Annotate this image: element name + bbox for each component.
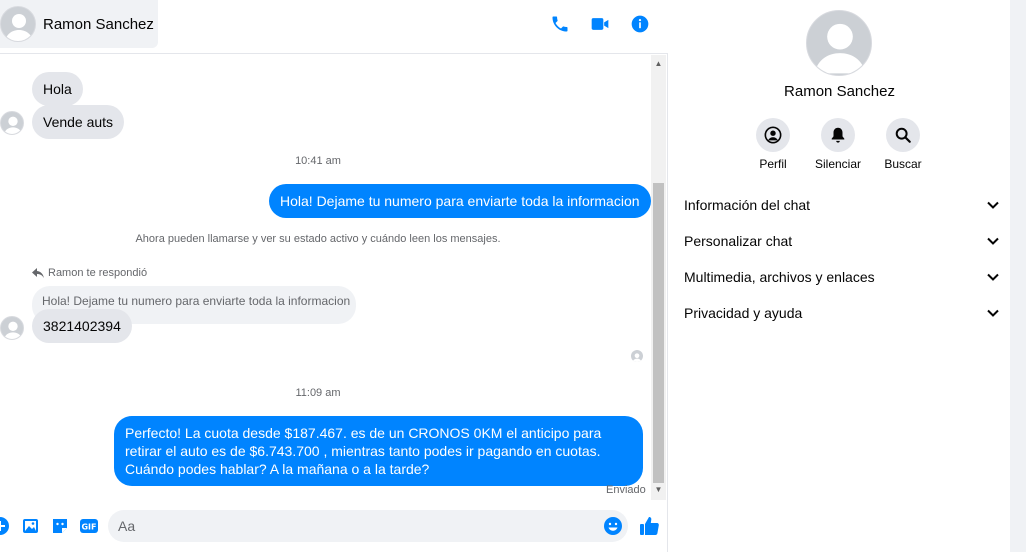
- scroll-up-arrow-icon[interactable]: ▲: [651, 57, 666, 71]
- accordion-privacy-help[interactable]: Privacidad y ayuda: [684, 295, 999, 331]
- message-bubble-incoming[interactable]: Vende auts: [32, 105, 125, 139]
- contact-name: Ramon Sanchez: [43, 15, 154, 33]
- video-call-icon[interactable]: [590, 14, 610, 34]
- search-icon[interactable]: [886, 118, 920, 152]
- chat-panel: Ramon Sanchez Hola Vende auts 10:41 am H…: [0, 0, 668, 552]
- search-label: Buscar: [884, 157, 922, 171]
- default-avatar-icon: [5, 14, 33, 41]
- message-status: Enviado: [606, 484, 646, 496]
- chevron-down-icon: [987, 201, 999, 209]
- message-composer: GIF: [0, 500, 668, 552]
- scrollbar-thumb[interactable]: [653, 183, 664, 483]
- avatar[interactable]: [0, 316, 24, 340]
- contact-header-button[interactable]: Ramon Sanchez: [0, 0, 158, 48]
- timestamp: 11:09 am: [295, 387, 341, 399]
- gif-icon[interactable]: GIF: [79, 516, 99, 536]
- plus-icon[interactable]: [0, 516, 10, 536]
- profile-label: Perfil: [759, 157, 787, 171]
- message-bubble-outgoing[interactable]: Hola! Dejame tu numero para enviarte tod…: [269, 184, 651, 218]
- accordion-label: Multimedia, archivos y enlaces: [684, 269, 875, 285]
- avatar[interactable]: [0, 111, 24, 135]
- timestamp: 10:41 am: [295, 155, 341, 167]
- reply-indicator: Ramon te respondió: [32, 267, 147, 279]
- default-avatar-icon: [3, 321, 23, 339]
- mute-label: Silenciar: [814, 157, 862, 171]
- accordion-chat-info[interactable]: Información del chat: [684, 187, 999, 223]
- window-edge: [1010, 0, 1026, 552]
- avatar: [0, 6, 36, 42]
- accordion-label: Privacidad y ayuda: [684, 305, 803, 321]
- image-icon[interactable]: [21, 516, 41, 536]
- chevron-down-icon: [987, 309, 999, 317]
- phone-icon[interactable]: [550, 14, 570, 34]
- chat-header: Ramon Sanchez: [0, 0, 668, 54]
- default-avatar-icon: [3, 116, 23, 134]
- thumbs-up-icon[interactable]: [639, 515, 659, 535]
- message-list[interactable]: Hola Vende auts 10:41 am Hola! Dejame tu…: [0, 55, 652, 500]
- accordion-label: Personalizar chat: [684, 233, 793, 249]
- mute-button[interactable]: Silenciar: [808, 118, 868, 171]
- message-bubble-outgoing[interactable]: Perfecto! La cuota desde $187.467. es de…: [114, 416, 643, 486]
- accordion-customize-chat[interactable]: Personalizar chat: [684, 223, 999, 259]
- info-icon[interactable]: [630, 14, 650, 34]
- profile-button[interactable]: Perfil: [743, 118, 803, 171]
- sticker-icon[interactable]: [50, 516, 70, 536]
- accordion-media-files-links[interactable]: Multimedia, archivos y enlaces: [684, 259, 999, 295]
- svg-text:GIF: GIF: [81, 523, 96, 532]
- scroll-down-arrow-icon[interactable]: ▼: [651, 483, 666, 497]
- chevron-down-icon: [987, 273, 999, 281]
- message-input-wrapper: [108, 510, 628, 542]
- message-bubble-incoming[interactable]: 3821402394: [32, 309, 132, 343]
- read-receipt-avatar: [631, 350, 643, 362]
- search-button[interactable]: Buscar: [873, 118, 933, 171]
- default-avatar-icon: [632, 353, 642, 362]
- system-notice: Ahora pueden llamarse y ver su estado ac…: [135, 233, 501, 245]
- emoji-icon[interactable]: [603, 516, 623, 541]
- bell-icon[interactable]: [821, 118, 855, 152]
- profile-icon[interactable]: [756, 118, 790, 152]
- contact-name: Ramon Sanchez: [784, 83, 895, 100]
- conversation-details-panel: Ramon Sanchez Perfil Silenciar Buscar In…: [669, 0, 1010, 552]
- scrollbar[interactable]: ▲ ▼: [651, 55, 666, 500]
- reply-label-text: Ramon te respondió: [48, 267, 148, 279]
- reply-icon: [32, 268, 44, 278]
- accordion-label: Información del chat: [684, 197, 811, 213]
- chevron-down-icon: [987, 237, 999, 245]
- message-bubble-incoming[interactable]: Hola: [32, 72, 83, 106]
- avatar[interactable]: [806, 10, 872, 76]
- default-avatar-icon: [814, 23, 866, 74]
- message-input[interactable]: [108, 510, 588, 542]
